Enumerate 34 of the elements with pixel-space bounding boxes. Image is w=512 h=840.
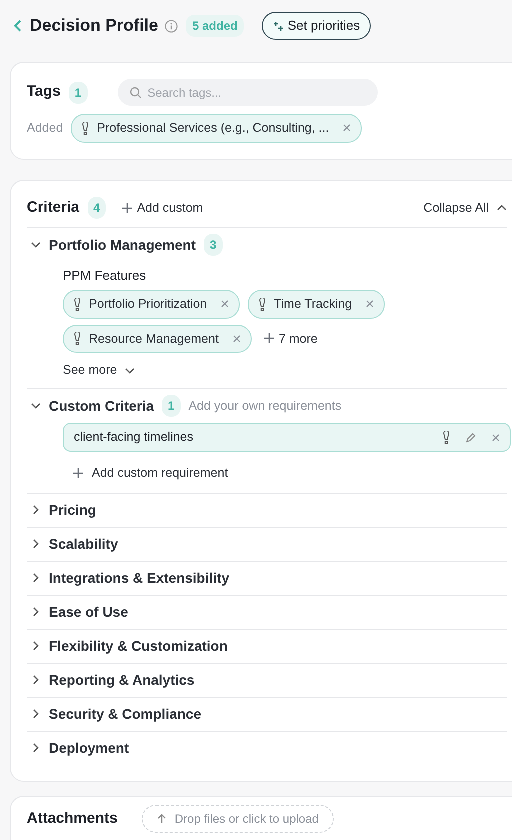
count-badge: 1 (162, 395, 181, 418)
page-title: Decision Profile (30, 15, 158, 38)
section-toggle[interactable]: Scalability (31, 534, 118, 555)
count-badge: 1 (68, 82, 88, 104)
added-count-badge: 5 added (186, 15, 244, 37)
section-toggle[interactable]: Pricing (31, 500, 96, 521)
hint-text: Add your own requirements (188, 398, 342, 415)
section-title: Tags (27, 82, 61, 102)
added-label: Added (27, 120, 64, 137)
section-toggle[interactable]: Deployment (31, 738, 130, 759)
section-toggle[interactable]: Flexibility & Customization (31, 636, 228, 657)
add-custom-button[interactable]: Add custom (122, 198, 204, 218)
see-more-button[interactable]: See more (63, 361, 136, 380)
requirement-text: client-facing timelines (74, 429, 194, 446)
section-title: Criteria (27, 198, 80, 218)
section-title: Attachments (27, 808, 118, 829)
count-badge: 3 (204, 234, 223, 256)
section-toggle[interactable]: Reporting & Analytics (31, 670, 195, 691)
tag-chip[interactable]: Time Tracking (248, 290, 386, 318)
more-button[interactable]: 7 more (264, 330, 318, 348)
tag-chip[interactable]: Resource Management (63, 324, 252, 354)
section-toggle[interactable]: Integrations & Extensibility (31, 568, 230, 589)
tag-chip[interactable]: Portfolio Prioritization (63, 290, 240, 318)
section-toggle[interactable]: Portfolio Management (31, 234, 196, 256)
tag-chip[interactable]: Professional Services (e.g., Consulting, ... (71, 114, 362, 143)
group-title: PPM Features (63, 267, 148, 286)
section-toggle[interactable]: Security & Compliance (31, 704, 202, 725)
count-badge: 4 (88, 197, 106, 219)
set-priorities-button[interactable]: Set priorities (262, 12, 372, 40)
collapse-all-button[interactable]: Collapse All (424, 198, 507, 218)
section-toggle[interactable]: Ease of Use (31, 602, 128, 623)
add-requirement-button[interactable]: Add custom requirement (73, 464, 228, 483)
section-toggle[interactable]: Custom Criteria (31, 396, 154, 417)
search-field[interactable]: Search tags... (118, 79, 378, 106)
